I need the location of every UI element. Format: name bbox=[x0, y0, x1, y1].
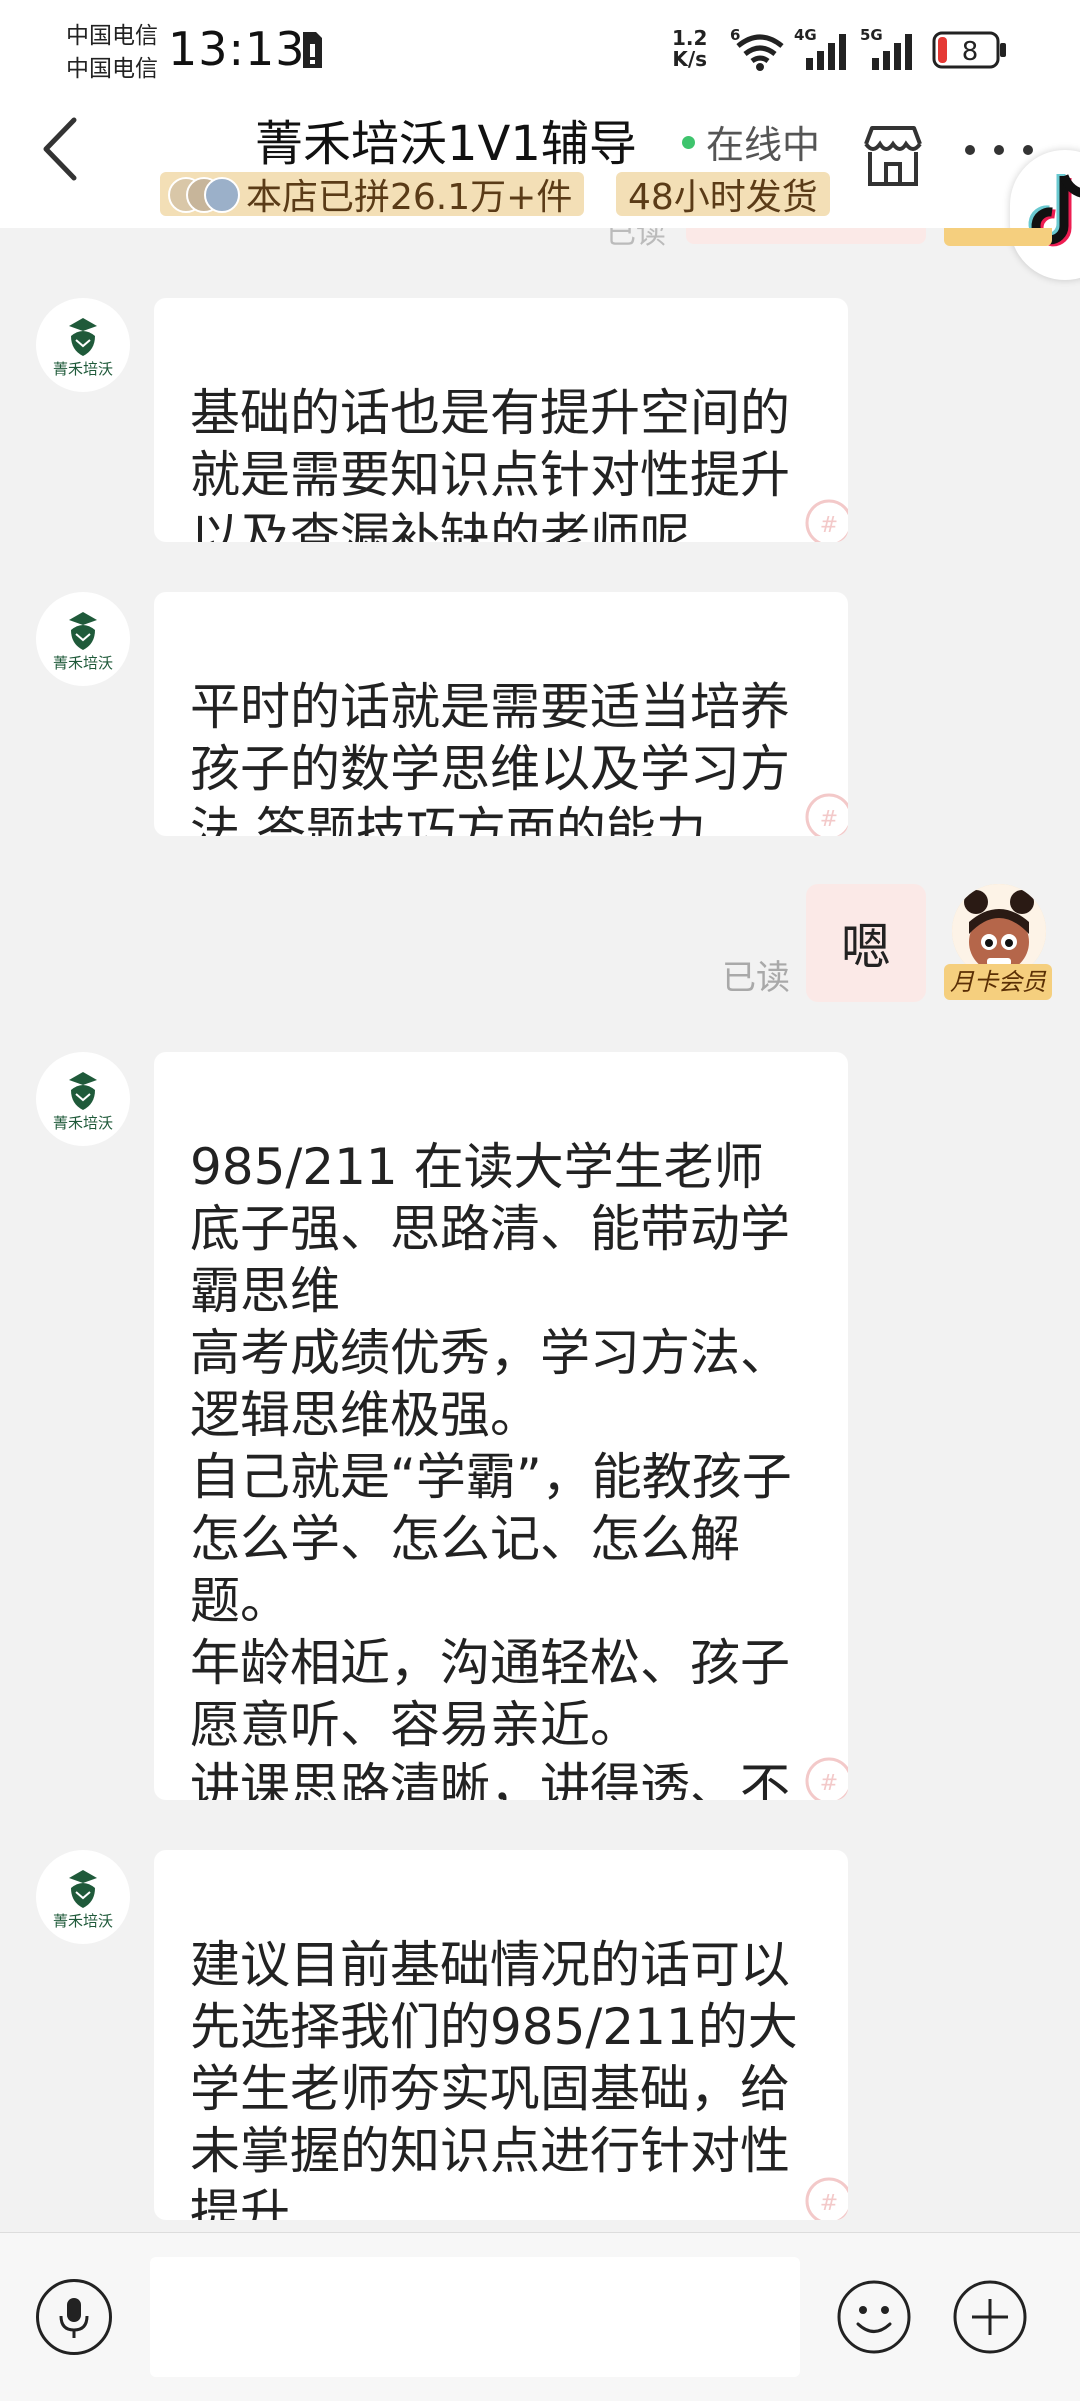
message-bubble[interactable]: 985/211 在读大学生老师 底子强、思路清、能带动学 霸思维 高考成绩优秀，… bbox=[154, 1052, 848, 1800]
shop-avatar[interactable]: 菁禾培沃 bbox=[36, 1052, 130, 1146]
carrier-1: 中国电信 bbox=[66, 23, 158, 49]
online-dot-icon bbox=[682, 136, 695, 149]
sales-tag-text: 本店已拼26.1万+件 bbox=[246, 177, 573, 218]
message-text: 建议目前基础情况的话可以 先选择我们的985/211的大 学生老师夯实巩固基础，… bbox=[190, 1936, 798, 2220]
svg-text:#: # bbox=[820, 1771, 838, 1796]
watermark-icon: # bbox=[805, 2177, 848, 2220]
shop-avatar[interactable]: 菁禾培沃 bbox=[36, 298, 130, 392]
message-text: 平时的话就是需要适当培养 孩子的数学思维以及学习方 法 答题技巧方面的能力 bbox=[190, 678, 790, 836]
carrier-2: 中国电信 bbox=[66, 56, 158, 82]
store-icon[interactable] bbox=[858, 122, 928, 192]
online-status: 在线中 bbox=[706, 123, 821, 167]
buyer-avatars bbox=[166, 175, 240, 213]
read-status-partial: 已读 bbox=[606, 228, 666, 248]
shop-logo-icon: 菁禾培沃 bbox=[53, 318, 113, 378]
watermark-icon: # bbox=[805, 1757, 848, 1800]
signal-4g-icon: 4G bbox=[794, 26, 846, 70]
message-bubble[interactable]: 建议目前基础情况的话可以 先选择我们的985/211的大 学生老师夯实巩固基础，… bbox=[154, 1850, 848, 2220]
shop-avatar[interactable]: 菁禾培沃 bbox=[36, 592, 130, 686]
message-text: 985/211 在读大学生老师 底子强、思路清、能带动学 霸思维 高考成绩优秀，… bbox=[190, 1138, 792, 1800]
voice-button[interactable] bbox=[36, 2279, 112, 2355]
more-icon[interactable] bbox=[962, 140, 1036, 160]
svg-text:#: # bbox=[820, 513, 838, 538]
svg-text:菁禾培沃: 菁禾培沃 bbox=[53, 360, 113, 378]
message-text: 基础的话也是有提升空间的 就是需要知识点针对性提升 以及查漏补缺的老师呢 bbox=[190, 384, 790, 542]
microphone-icon bbox=[59, 2298, 89, 2338]
svg-text:菁禾培沃: 菁禾培沃 bbox=[53, 1114, 113, 1132]
message-bubble[interactable]: 平时的话就是需要适当培养 孩子的数学思维以及学习方 法 答题技巧方面的能力 # bbox=[154, 592, 848, 836]
sales-tag: 本店已拼26.1万+件 bbox=[160, 172, 585, 218]
previous-message-fragment: 已读 bbox=[0, 228, 1080, 248]
page-title[interactable]: 菁禾培沃1V1辅导 bbox=[255, 104, 637, 174]
buyer-avatar bbox=[204, 177, 240, 213]
shop-logo-icon: 菁禾培沃 bbox=[53, 612, 113, 672]
chat-header: 菁禾培沃1V1辅导 在线中 本店已拼26.1万+件 48小时发货 bbox=[0, 100, 1080, 228]
plus-icon[interactable] bbox=[952, 2279, 1028, 2355]
svg-text:菁禾培沃: 菁禾培沃 bbox=[53, 654, 113, 672]
signal-4g-label: 4G bbox=[794, 26, 817, 44]
clock: 13:13 bbox=[168, 22, 306, 76]
svg-text:菁禾培沃: 菁禾培沃 bbox=[53, 1912, 113, 1930]
shipping-tag: 48小时发货 bbox=[616, 172, 830, 218]
wifi-icon: 6 bbox=[730, 26, 784, 71]
network-speed-value: 1.2 bbox=[672, 26, 708, 50]
message-input[interactable] bbox=[150, 2257, 800, 2377]
read-status: 已读 bbox=[722, 958, 790, 998]
svg-text:#: # bbox=[820, 807, 838, 832]
signal-5g-label: 5G bbox=[860, 26, 883, 44]
watermark-icon: # bbox=[805, 499, 848, 542]
carrier-labels: 中国电信 中国电信 bbox=[66, 20, 158, 86]
message-bubble[interactable]: 基础的话也是有提升空间的 就是需要知识点针对性提升 以及查漏补缺的老师呢 # bbox=[154, 298, 848, 542]
shop-avatar[interactable]: 菁禾培沃 bbox=[36, 1850, 130, 1944]
watermark-icon: # bbox=[805, 793, 848, 836]
signal-5g-icon: 5G bbox=[860, 26, 912, 70]
status-bar: 中国电信 中国电信 13:13 1.2 K/s 6 4G 5G 8 bbox=[0, 0, 1080, 100]
battery-level: 8 bbox=[962, 37, 979, 67]
back-icon[interactable] bbox=[36, 114, 86, 184]
network-speed-unit: K/s bbox=[672, 47, 708, 71]
message-text: 嗯 bbox=[841, 918, 891, 976]
wifi-label: 6 bbox=[730, 26, 740, 44]
shop-logo-icon: 菁禾培沃 bbox=[53, 1870, 113, 1930]
network-speed: 1.2 K/s bbox=[672, 28, 707, 70]
shop-logo-icon: 菁禾培沃 bbox=[53, 1072, 113, 1132]
message-input-bar bbox=[0, 2232, 1080, 2401]
sim-card-icon bbox=[303, 32, 322, 68]
battery-icon: 8 bbox=[932, 31, 1006, 69]
emoji-icon[interactable] bbox=[836, 2279, 912, 2355]
user-message-bubble[interactable]: 嗯 bbox=[806, 884, 926, 1002]
svg-text:#: # bbox=[820, 2191, 838, 2216]
member-badge: 月卡会员 bbox=[944, 964, 1052, 1000]
